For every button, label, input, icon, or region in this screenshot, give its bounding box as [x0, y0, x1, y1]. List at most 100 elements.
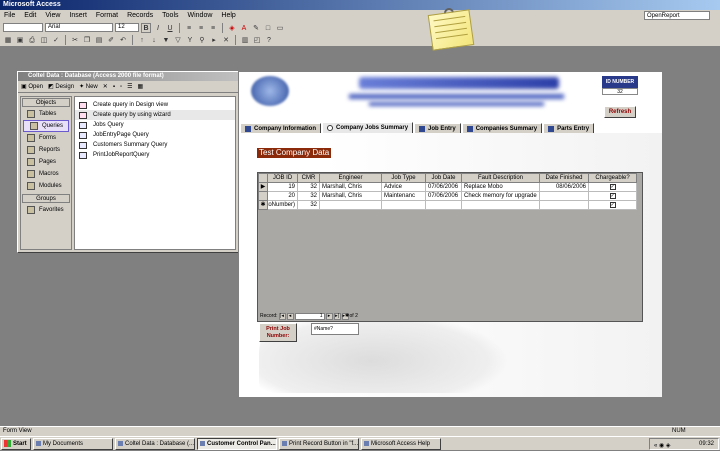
- font-color-icon[interactable]: A: [239, 23, 249, 33]
- job-type-cell[interactable]: Advice: [381, 182, 426, 192]
- fault-cell[interactable]: Check memory for upgrade: [461, 191, 540, 201]
- object-reports[interactable]: Reports: [21, 144, 71, 156]
- font-size-select[interactable]: 12: [115, 23, 139, 32]
- find-icon[interactable]: ⚲: [197, 35, 207, 45]
- print-preview-icon[interactable]: ◫: [39, 35, 49, 45]
- refresh-button[interactable]: Refresh: [604, 106, 636, 118]
- new-object-icon[interactable]: ◰: [252, 35, 262, 45]
- format-painter-icon[interactable]: ✐: [106, 35, 116, 45]
- cmr-cell[interactable]: 32: [297, 200, 320, 210]
- ask-question-box[interactable]: OpenReport: [644, 11, 710, 20]
- menu-file[interactable]: File: [4, 12, 15, 19]
- tab-companies-summary[interactable]: Companies Summary: [461, 123, 543, 133]
- tab-company-jobs-summary[interactable]: Company Jobs Summary: [322, 122, 414, 133]
- object-queries[interactable]: Queries: [23, 120, 69, 132]
- next-record-icon[interactable]: ▸: [325, 312, 333, 320]
- tab-parts-entry[interactable]: Parts Entry: [543, 123, 595, 133]
- column-header[interactable]: CMR: [297, 173, 320, 183]
- new-button[interactable]: ✦ New: [79, 83, 98, 90]
- job-id-cell[interactable]: (AutoNumber): [267, 200, 298, 210]
- chargeable-checkbox[interactable]: ✓: [609, 184, 616, 190]
- list-icon[interactable]: ☰: [127, 83, 132, 90]
- align-center-icon[interactable]: ≡: [196, 23, 206, 33]
- print-job-number-button[interactable]: Print Job Number:: [259, 323, 297, 342]
- object-select[interactable]: [3, 23, 43, 32]
- engineer-cell[interactable]: Marshall, Chris: [319, 191, 382, 201]
- new-record-nav-icon[interactable]: ▸✱: [341, 312, 349, 320]
- database-window-icon[interactable]: ▥: [240, 35, 250, 45]
- column-header[interactable]: Engineer: [319, 173, 382, 183]
- taskbar-item[interactable]: Coltel Data : Database (...: [115, 437, 195, 450]
- engineer-cell[interactable]: Marshall, Chris: [319, 182, 382, 192]
- object-tables[interactable]: Tables: [21, 108, 71, 120]
- finished-cell[interactable]: [539, 191, 589, 201]
- new-record-icon[interactable]: ▸: [209, 35, 219, 45]
- open-button[interactable]: ▣ Open: [21, 83, 43, 90]
- object-macros[interactable]: Macros: [21, 168, 71, 180]
- details-icon[interactable]: ▦: [137, 83, 143, 90]
- job-date-cell[interactable]: [425, 200, 462, 210]
- print-icon[interactable]: ⎙: [27, 35, 37, 45]
- job-date-cell[interactable]: 07/06/2006: [425, 182, 462, 192]
- menu-edit[interactable]: Edit: [24, 12, 36, 19]
- cut-icon[interactable]: ✂: [70, 35, 80, 45]
- list-item[interactable]: Customers Summary Query: [75, 140, 235, 150]
- menu-window[interactable]: Window: [188, 12, 213, 19]
- tab-company-information[interactable]: Company Information: [240, 123, 322, 133]
- list-item[interactable]: PrintJobReportQuery: [75, 150, 235, 160]
- column-header[interactable]: Fault Description: [461, 173, 540, 183]
- large-icons-icon[interactable]: ▪: [113, 84, 115, 90]
- finished-cell[interactable]: 08/06/2006: [539, 182, 589, 192]
- job-type-cell[interactable]: [381, 200, 426, 210]
- font-name-select[interactable]: Arial: [45, 23, 113, 32]
- list-item[interactable]: Jobs Query: [75, 120, 235, 130]
- first-record-icon[interactable]: |◂: [278, 312, 286, 320]
- align-right-icon[interactable]: ≡: [208, 23, 218, 33]
- taskbar-item[interactable]: My Documents: [33, 437, 113, 450]
- cmr-cell[interactable]: 32: [297, 191, 320, 201]
- delete-icon[interactable]: ✕: [103, 83, 108, 90]
- underline-button[interactable]: U: [165, 23, 175, 33]
- design-button[interactable]: ◩ Design: [48, 83, 74, 90]
- engineer-cell[interactable]: [319, 200, 382, 210]
- sort-ascending-icon[interactable]: ↑: [137, 35, 147, 45]
- groups-header[interactable]: Groups: [22, 194, 70, 203]
- menu-tools[interactable]: Tools: [162, 12, 178, 19]
- menu-insert[interactable]: Insert: [69, 12, 87, 19]
- table-row[interactable]: 20 32 Marshall, Chris Maintenanc 07/06/2…: [258, 191, 637, 201]
- fault-cell[interactable]: [461, 200, 540, 210]
- new-record-row[interactable]: ✱ (AutoNumber) 32 ✓: [258, 200, 637, 210]
- list-item[interactable]: Create query in Design view: [75, 100, 235, 110]
- chargeable-cell[interactable]: ✓: [588, 182, 637, 192]
- menu-format[interactable]: Format: [96, 12, 118, 19]
- sort-descending-icon[interactable]: ↓: [149, 35, 159, 45]
- delete-record-icon[interactable]: ✕: [221, 35, 231, 45]
- record-number-input[interactable]: 1: [294, 312, 325, 320]
- fill-color-icon[interactable]: ◈: [227, 23, 237, 33]
- cmr-cell[interactable]: 32: [297, 182, 320, 192]
- border-icon[interactable]: □: [263, 23, 273, 33]
- object-forms[interactable]: Forms: [21, 132, 71, 144]
- job-id-cell[interactable]: 19: [267, 182, 298, 192]
- save-icon[interactable]: ▣: [15, 35, 25, 45]
- job-date-cell[interactable]: 07/06/2006: [425, 191, 462, 201]
- job-id-cell[interactable]: 20: [267, 191, 298, 201]
- menu-help[interactable]: Help: [221, 12, 235, 19]
- finished-cell[interactable]: [539, 200, 589, 210]
- current-record-icon[interactable]: ▶: [258, 182, 268, 192]
- tab-job-entry[interactable]: Job Entry: [414, 123, 461, 133]
- taskbar-item[interactable]: Print Record Button in "f...: [279, 437, 359, 450]
- object-modules[interactable]: Modules: [21, 180, 71, 192]
- taskbar-item[interactable]: Microsoft Access Help: [361, 437, 441, 450]
- chargeable-checkbox[interactable]: ✓: [609, 202, 616, 208]
- column-header[interactable]: JOB ID: [267, 173, 298, 183]
- job-type-cell[interactable]: Maintenanc: [381, 191, 426, 201]
- last-record-icon[interactable]: ▸|: [333, 312, 341, 320]
- undo-icon[interactable]: ↶: [118, 35, 128, 45]
- new-record-icon[interactable]: ✱: [258, 200, 268, 210]
- line-color-icon[interactable]: ✎: [251, 23, 261, 33]
- chargeable-cell[interactable]: ✓: [588, 200, 637, 210]
- start-button[interactable]: Start: [1, 437, 31, 450]
- table-row[interactable]: ▶ 19 32 Marshall, Chris Advice 07/06/200…: [258, 182, 637, 192]
- filter-by-form-icon[interactable]: ▽: [173, 35, 183, 45]
